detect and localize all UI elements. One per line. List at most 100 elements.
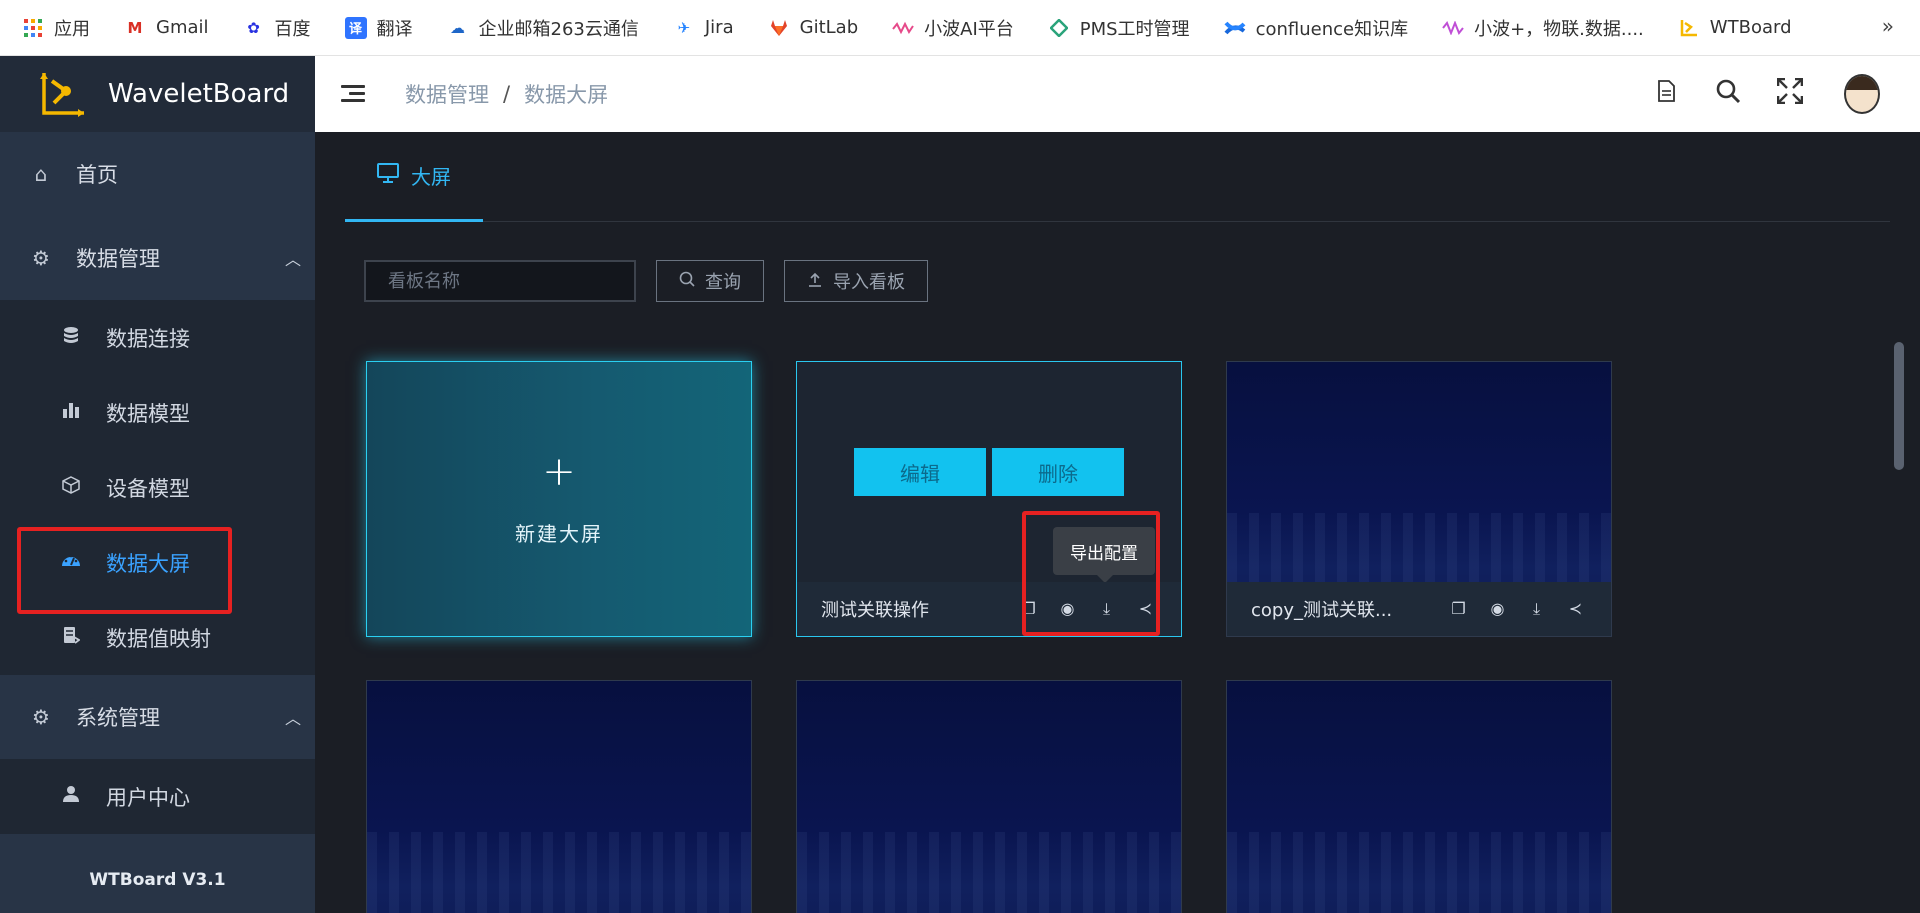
top-header: 数据管理 / 数据大屏 (315, 56, 1920, 132)
dashboard-card[interactable] (796, 680, 1182, 913)
fullscreen-icon[interactable] (1776, 77, 1804, 110)
bookmark-wave-ai[interactable]: 小波AI平台 (892, 15, 1014, 41)
mapping-doc-icon (60, 626, 82, 649)
nav-group-system-management[interactable]: ⚙ 系统管理 ︿ (0, 675, 315, 759)
highlight-box-sidebar (17, 527, 232, 614)
card-thumbnail (1227, 681, 1611, 913)
download-icon[interactable]: ⤓ (1517, 599, 1556, 619)
baidu-paw-icon: ✿ (247, 18, 260, 37)
wtboard-logo-icon (38, 69, 88, 119)
sidebar: WaveletBoard ⌂ 首页 ⚙ 数据管理 ︿ 数据连接 数据模型 设备模… (0, 56, 315, 913)
bookmark-translate[interactable]: 译 翻译 (344, 15, 413, 41)
tab-label: 大屏 (411, 165, 451, 189)
bookmark-gmail[interactable]: M Gmail (124, 17, 209, 39)
bookmarks-overflow-button[interactable]: » (1882, 14, 1894, 38)
avatar[interactable] (1844, 74, 1880, 114)
nav-group-label: 数据管理 (76, 247, 160, 271)
dashboard-card[interactable] (1226, 680, 1612, 913)
import-button-label: 导入看板 (833, 272, 905, 293)
sidebar-item-data-connection[interactable]: 数据连接 (0, 300, 315, 375)
chevron-up-icon: ︿ (284, 709, 301, 728)
bookmark-label: Gmail (156, 17, 209, 38)
tab-dashboard[interactable]: 大屏 (345, 132, 483, 222)
bookmark-label: 小波AI平台 (924, 18, 1014, 40)
database-icon (60, 326, 82, 349)
new-dashboard-card[interactable]: + 新建大屏 (366, 361, 752, 637)
bookmark-baidu[interactable]: ✿ 百度 (243, 15, 311, 41)
card-footer: copy_测试关联... ❐ ◉ ⤓ ≺ (1227, 582, 1611, 636)
document-icon[interactable] (1652, 80, 1680, 108)
query-button[interactable]: 查询 (656, 260, 764, 302)
card-title: copy_测试关联... (1251, 600, 1393, 621)
bookmark-confluence[interactable]: confluence知识库 (1224, 15, 1409, 41)
translate-icon: 译 (344, 16, 367, 39)
upload-icon (807, 271, 823, 291)
app-logo[interactable]: WaveletBoard (0, 56, 315, 132)
wtboard-logo-icon (1678, 17, 1700, 39)
monitor-icon (377, 163, 399, 188)
home-icon: ⌂ (34, 162, 48, 186)
sidebar-item-label: 数据连接 (106, 326, 190, 351)
card-thumbnail (797, 681, 1181, 913)
bookmark-jira[interactable]: ✈ Jira (673, 17, 734, 39)
search-icon[interactable] (1714, 78, 1742, 110)
gmail-icon: M (127, 18, 143, 37)
sidebar-item-device-model[interactable]: 设备模型 (0, 450, 315, 525)
version-label: WTBoard V3.1 (0, 847, 315, 913)
chevron-up-icon: ︿ (284, 250, 301, 269)
header-actions (1618, 74, 1880, 114)
share-icon[interactable]: ≺ (1556, 599, 1595, 619)
bookmarks-bar: 应用 M Gmail ✿ 百度 译 翻译 ☁ 企业邮箱263云通信 ✈ Jira… (0, 0, 1920, 56)
dashboard-card[interactable] (366, 680, 752, 913)
nav-home[interactable]: ⌂ 首页 (0, 132, 315, 216)
bookmark-apps[interactable]: 应用 (22, 15, 90, 41)
bookmark-label: 百度 (274, 18, 311, 40)
bookmark-label: 小波+，物联.数据.... (1474, 18, 1644, 40)
sidebar-item-label: 设备模型 (106, 476, 190, 501)
user-icon (60, 785, 82, 808)
bookmark-263-mail[interactable]: ☁ 企业邮箱263云通信 (447, 15, 639, 41)
delete-button[interactable]: 删除 (992, 448, 1124, 496)
nav-group-label: 系统管理 (76, 706, 160, 730)
bookmark-gitlab[interactable]: GitLab (768, 17, 859, 39)
preview-eye-icon[interactable]: ◉ (1478, 599, 1517, 619)
breadcrumb-item[interactable]: 数据管理 (405, 79, 489, 109)
bookmark-wave-plus[interactable]: 小波+，物联.数据.... (1442, 15, 1644, 41)
plus-icon: + (542, 448, 576, 495)
nav-group-data-management[interactable]: ⚙ 数据管理 ︿ (0, 216, 315, 300)
import-board-button[interactable]: 导入看板 (784, 260, 928, 302)
sidebar-item-user-center[interactable]: 用户中心 (0, 759, 315, 834)
system-management-submenu: 用户中心 (0, 759, 315, 834)
gear-icon: ⚙ (32, 705, 50, 729)
highlight-box-export (1022, 511, 1160, 636)
vertical-scrollbar[interactable] (1894, 342, 1904, 470)
pms-icon (1048, 17, 1070, 39)
card-hover-actions: 编辑 删除 (854, 448, 1130, 496)
bookmark-label: GitLab (799, 17, 859, 38)
confluence-icon (1224, 17, 1246, 39)
card-actions: ❐ ◉ ⤓ ≺ (1439, 599, 1611, 619)
menu-toggle-icon[interactable] (341, 84, 365, 104)
wave-plus-icon (1442, 17, 1464, 39)
query-button-label: 查询 (705, 272, 741, 293)
card-thumbnail (367, 681, 751, 913)
bookmark-label: confluence知识库 (1255, 18, 1409, 40)
card-title: 测试关联操作 (821, 600, 929, 621)
search-icon (679, 271, 695, 291)
bookmark-label: WTBoard (1709, 17, 1792, 38)
bookmark-label: Jira (704, 17, 734, 38)
gear-icon: ⚙ (32, 246, 50, 270)
bar-chart-icon (60, 401, 82, 424)
edit-button[interactable]: 编辑 (854, 448, 986, 496)
board-name-search-input[interactable] (364, 260, 636, 302)
gitlab-icon (768, 17, 790, 39)
toolbar: 查询 导入看板 (364, 260, 928, 302)
dashboard-card[interactable]: copy_测试关联... ❐ ◉ ⤓ ≺ (1226, 361, 1612, 637)
bookmark-label: 翻译 (376, 18, 413, 40)
app-name: WaveletBoard (108, 79, 290, 109)
nav-home-label: 首页 (76, 163, 118, 187)
bookmark-pms[interactable]: PMS工时管理 (1048, 15, 1190, 41)
copy-icon[interactable]: ❐ (1439, 599, 1478, 619)
bookmark-wtboard[interactable]: WTBoard (1678, 17, 1792, 39)
sidebar-item-data-model[interactable]: 数据模型 (0, 375, 315, 450)
